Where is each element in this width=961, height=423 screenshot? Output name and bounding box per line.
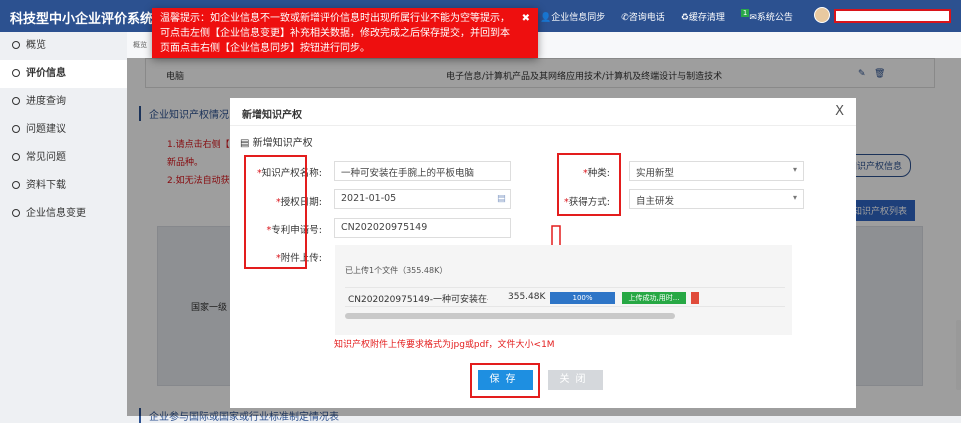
- highlight-box: [557, 153, 621, 216]
- type-select[interactable]: 实用新型: [629, 161, 804, 181]
- calendar-icon[interactable]: ▤: [497, 193, 506, 204]
- sidebar-item-feedback[interactable]: 问题建议: [0, 116, 127, 144]
- sidebar-item-faq[interactable]: 常见问题: [0, 144, 127, 172]
- recycle-icon: ♻: [680, 13, 689, 23]
- warning-toast: 温馨提示：如企业信息不一致或新增评价信息时出现所属行业不能为空等提示，可点击左侧…: [152, 8, 538, 58]
- sidebar-item-evaluation[interactable]: 评价信息: [0, 60, 127, 88]
- horizontal-scrollbar[interactable]: [345, 313, 675, 319]
- circle-icon: [12, 97, 20, 105]
- nav-label: 缓存清理: [688, 13, 725, 23]
- delete-file-icon[interactable]: [691, 292, 699, 304]
- header-nav: 👤企业信息同步 ✆咨询电话 ♻缓存清理 1 ✉系统公告: [540, 9, 793, 23]
- close-icon[interactable]: X: [835, 104, 844, 119]
- sidebar-item-downloads[interactable]: 资料下载: [0, 172, 127, 200]
- highlight-box: [470, 363, 540, 398]
- nav-cache[interactable]: ♻缓存清理: [681, 10, 725, 23]
- close-button[interactable]: 关闭: [548, 370, 603, 390]
- nav-notice[interactable]: 1 ✉系统公告: [740, 9, 793, 23]
- sidebar-item-label: 问题建议: [26, 124, 66, 135]
- avatar[interactable]: [814, 7, 830, 23]
- sidebar-item-label: 常见问题: [26, 152, 66, 163]
- circle-icon: [12, 181, 20, 189]
- list-icon: ▤: [240, 138, 253, 149]
- sidebar-item-label: 企业信息变更: [26, 208, 86, 219]
- username-box[interactable]: [834, 9, 951, 23]
- application-number-input[interactable]: CN202020975149: [334, 218, 511, 238]
- upload-progress: 100%: [550, 292, 615, 304]
- sidebar-item-label: 资料下载: [26, 180, 66, 191]
- nav-label: 系统公告: [756, 13, 793, 23]
- scrollbar[interactable]: [956, 320, 961, 390]
- sidebar-item-label: 评价信息: [26, 68, 66, 79]
- close-icon[interactable]: ✖: [522, 11, 530, 26]
- uploaded-file-row: CN202020975149-一种可安装在手腕上的平板电脑-实用新... 355…: [345, 287, 785, 307]
- upload-summary: 已上传1个文件（355.48K）: [345, 266, 448, 275]
- upload-status: 上传成功,用时...: [622, 292, 686, 304]
- sidebar-item-info-change[interactable]: 企业信息变更: [0, 200, 127, 228]
- nav-phone[interactable]: ✆咨询电话: [621, 10, 665, 23]
- ip-name-input[interactable]: 一种可安装在手腕上的平板电脑: [334, 161, 511, 181]
- user-icon: 👤: [540, 13, 552, 23]
- notice-badge: 1: [740, 9, 750, 17]
- toast-text: 温馨提示：如企业信息不一致或新增评价信息时出现所属行业不能为空等提示，可点击左侧…: [160, 13, 510, 54]
- grant-date-input[interactable]: 2021-01-05 ▤: [334, 189, 511, 209]
- dialog-title: 新增知识产权: [230, 98, 856, 126]
- nav-label: 咨询电话: [628, 13, 665, 23]
- sidebar-item-progress[interactable]: 进度查询: [0, 88, 127, 116]
- method-select[interactable]: 自主研发: [629, 189, 804, 209]
- circle-icon: [12, 209, 20, 217]
- sidebar-item-overview[interactable]: 概览: [0, 32, 127, 60]
- file-size: 355.48K: [508, 292, 546, 302]
- sidebar-item-label: 进度查询: [26, 96, 66, 107]
- circle-icon: [12, 69, 20, 77]
- highlight-box: [244, 155, 307, 269]
- mail-icon: ✉: [749, 13, 757, 23]
- file-name: CN202020975149-一种可安装在手腕上的平板电脑-实用新...: [348, 295, 488, 305]
- phone-icon: ✆: [621, 13, 629, 23]
- circle-icon: [12, 153, 20, 161]
- sidebar: 概览 评价信息 进度查询 问题建议 常见问题 资料下载 企业信息变更: [0, 32, 127, 416]
- form-subtitle: ▤ 新增知识产权: [240, 134, 313, 149]
- nav-sync[interactable]: 👤企业信息同步: [540, 10, 605, 23]
- nav-label: 企业信息同步: [551, 13, 606, 23]
- upload-hint: 知识产权附件上传要求格式为jpg或pdf，文件大小<1M: [334, 340, 555, 350]
- circle-icon: [12, 41, 20, 49]
- sidebar-item-label: 概览: [26, 40, 46, 51]
- subtitle-text: 新增知识产权: [252, 138, 313, 149]
- add-ip-dialog: 新增知识产权 X ▤ 新增知识产权 *知识产权名称: 一种可安装在手腕上的平板电…: [230, 98, 856, 408]
- app-title: 科技型中小企业评价系统: [10, 12, 154, 27]
- upload-panel: 已上传1个文件（355.48K） CN202020975149-一种可安装在手腕…: [335, 245, 792, 335]
- circle-icon: [12, 125, 20, 133]
